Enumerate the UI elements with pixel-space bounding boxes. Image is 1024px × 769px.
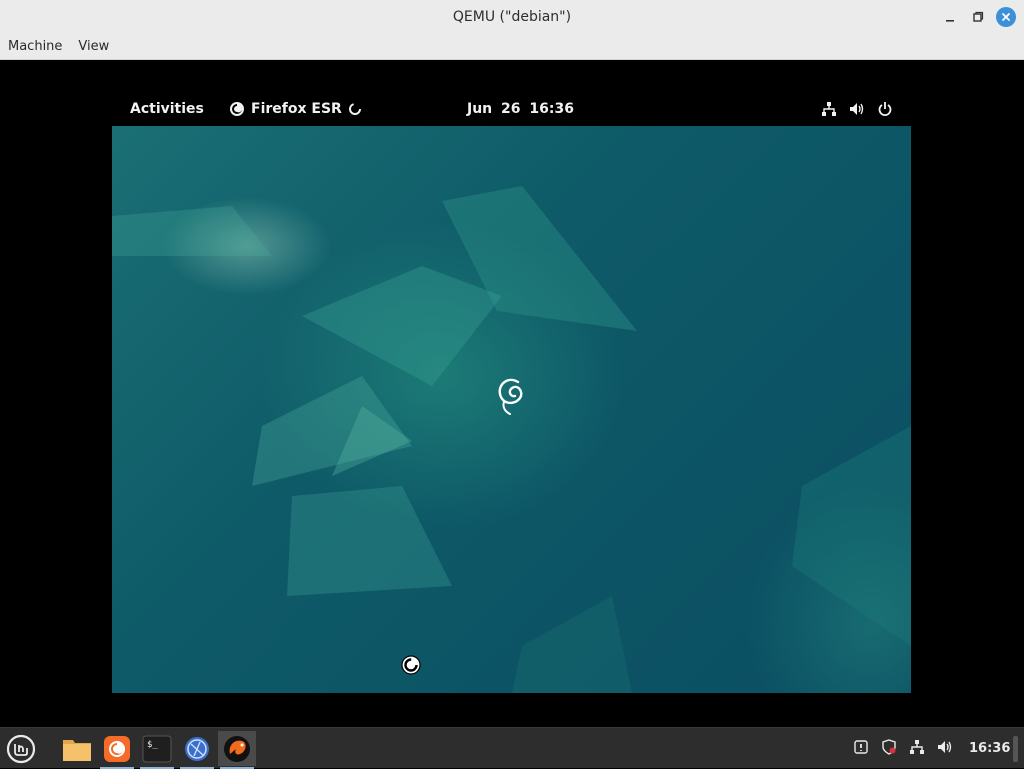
titlebar: QEMU ("debian") bbox=[0, 0, 1024, 34]
qemu-icon bbox=[224, 735, 250, 762]
busy-cursor-icon bbox=[401, 655, 421, 675]
loading-spinner-icon bbox=[348, 103, 361, 115]
system-tray[interactable] bbox=[820, 100, 894, 118]
minimize-button[interactable] bbox=[939, 6, 961, 28]
svg-text:$_: $_ bbox=[147, 740, 158, 750]
folder-icon bbox=[63, 739, 91, 761]
taskbar-files[interactable] bbox=[58, 731, 96, 766]
taskbar-firefox[interactable] bbox=[98, 731, 136, 769]
shield-icon[interactable] bbox=[880, 738, 898, 756]
web-app-icon bbox=[185, 736, 209, 761]
taskbar-qemu[interactable] bbox=[218, 731, 256, 769]
topbar-clock[interactable]: Jun 26 16:36 bbox=[467, 101, 574, 117]
menubar: Machine View bbox=[0, 34, 1024, 60]
app-name: Firefox ESR bbox=[251, 101, 342, 117]
maximize-button[interactable] bbox=[967, 6, 989, 28]
close-button[interactable] bbox=[995, 6, 1017, 28]
gnome-topbar: Activities Firefox ESR Jun 26 16:36 bbox=[112, 93, 911, 126]
mint-menu-icon bbox=[6, 734, 36, 763]
volume-icon[interactable] bbox=[848, 100, 866, 118]
taskbar-terminal[interactable]: $_ bbox=[138, 731, 176, 769]
firefox-icon bbox=[230, 102, 244, 116]
volume-icon[interactable] bbox=[936, 738, 954, 756]
mint-menu-button[interactable] bbox=[2, 731, 40, 766]
minimize-icon bbox=[946, 20, 954, 22]
power-icon[interactable] bbox=[876, 100, 894, 118]
host-taskbar: $_ 16:36 bbox=[0, 727, 1024, 769]
menu-machine[interactable]: Machine bbox=[8, 39, 62, 54]
update-manager-icon[interactable] bbox=[852, 738, 870, 756]
network-icon[interactable] bbox=[908, 738, 926, 756]
taskbar-web-app[interactable] bbox=[178, 731, 216, 769]
qemu-window: QEMU ("debian") Machine View Activities bbox=[0, 0, 1024, 727]
activities-button[interactable]: Activities bbox=[130, 101, 204, 117]
firefox-icon bbox=[104, 735, 130, 762]
desktop-wallpaper[interactable] bbox=[112, 126, 911, 693]
guest-screen[interactable]: Activities Firefox ESR Jun 26 16:36 bbox=[112, 93, 911, 693]
taskbar-clock[interactable]: 16:36 bbox=[969, 741, 1010, 756]
menu-view[interactable]: View bbox=[78, 39, 109, 54]
app-menu[interactable]: Firefox ESR bbox=[229, 101, 362, 117]
window-title: QEMU ("debian") bbox=[452, 9, 572, 25]
network-wired-icon[interactable] bbox=[820, 100, 838, 118]
close-icon bbox=[1002, 13, 1010, 21]
taskbar-handle[interactable] bbox=[1013, 736, 1018, 762]
terminal-icon: $_ bbox=[142, 735, 172, 762]
maximize-icon bbox=[973, 11, 984, 22]
debian-swirl-icon bbox=[498, 378, 523, 415]
taskbar-tray bbox=[852, 738, 954, 756]
